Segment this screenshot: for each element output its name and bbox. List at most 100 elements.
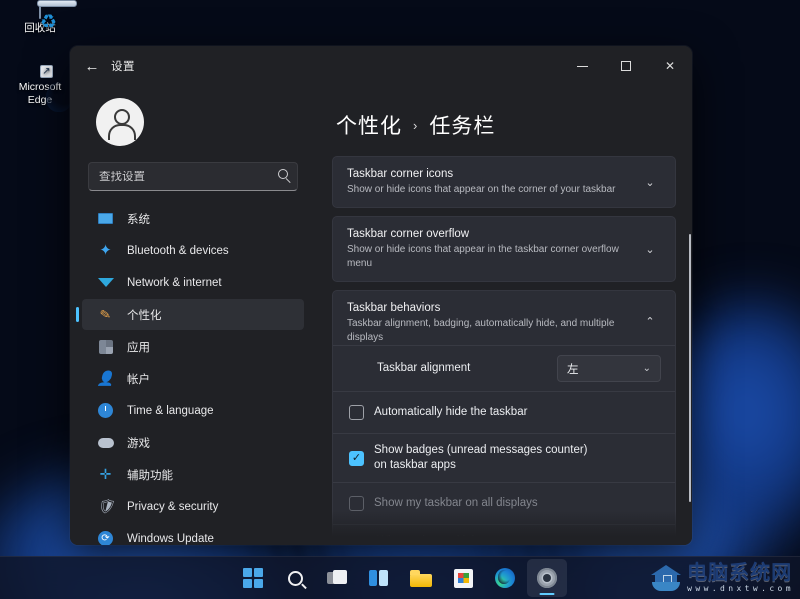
row-show-taskbar-all-displays[interactable]: Show my taskbar on all displays xyxy=(333,482,675,524)
widgets-icon xyxy=(369,570,389,586)
sidebar-nav: 系统 ✦ Bluetooth & devices Network & inter… xyxy=(76,203,304,545)
sidebar-item-time-language[interactable]: Time & language xyxy=(82,395,304,426)
apps-icon xyxy=(96,337,115,356)
sidebar-item-label: 辅助功能 xyxy=(127,469,173,482)
windows-start-icon xyxy=(243,568,263,588)
breadcrumb: 个性化 › 任务栏 xyxy=(332,86,676,156)
sidebar-item-label: Time & language xyxy=(127,404,214,417)
sidebar-item-label: 游戏 xyxy=(127,437,150,450)
minimize-icon xyxy=(576,65,588,67)
card-header: Taskbar behaviors Taskbar alignment, bad… xyxy=(347,301,661,345)
sidebar-item-accounts[interactable]: 👤 帐户 xyxy=(82,363,304,394)
close-icon: ✕ xyxy=(664,59,676,73)
recycle-bin-icon xyxy=(2,0,78,19)
task-view-button[interactable] xyxy=(317,559,357,597)
close-button[interactable]: ✕ xyxy=(648,46,692,86)
taskbar-alignment-value: 左 xyxy=(567,363,579,376)
gear-icon xyxy=(537,568,557,588)
card-header: Taskbar corner overflow Show or hide ico… xyxy=(347,227,661,271)
breadcrumb-separator-icon: › xyxy=(413,117,419,133)
accessibility-icon: ✛ xyxy=(99,466,112,482)
search-button[interactable] xyxy=(275,559,315,597)
card-header: Taskbar corner icons Show or hide icons … xyxy=(347,167,661,197)
multiple-displays-label-line1: When using multiple xyxy=(377,535,481,545)
taskbar-alignment-label: Taskbar alignment xyxy=(377,362,471,374)
sidebar-item-label: Bluetooth & devices xyxy=(127,244,229,257)
personalization-icon: ✎ xyxy=(98,305,113,323)
settings-window: ← 设置 ✕ 查找设置 系统 ✦ Bluetooth & devices Net… xyxy=(70,46,692,545)
chevron-up-icon[interactable]: ⌃ xyxy=(639,310,661,332)
row-auto-hide-taskbar[interactable]: Automatically hide the taskbar xyxy=(333,391,675,433)
search-input[interactable] xyxy=(89,170,297,183)
chevron-down-icon: ⌄ xyxy=(642,363,651,374)
file-explorer-button[interactable] xyxy=(401,559,441,597)
card-subtitle: Show or hide icons that appear on the co… xyxy=(347,184,616,195)
breadcrumb-parent[interactable]: 个性化 xyxy=(336,110,402,140)
window-titlebar: ← 设置 ✕ xyxy=(70,46,692,86)
microsoft-store-button[interactable] xyxy=(443,559,483,597)
search-box[interactable] xyxy=(88,162,298,191)
show-badges-label-line1: Show badges (unread messages counter) xyxy=(374,444,588,456)
sidebar-item-label: Privacy & security xyxy=(127,500,219,513)
account-row[interactable] xyxy=(82,86,304,146)
maximize-button[interactable] xyxy=(604,46,648,86)
auto-hide-taskbar-checkbox[interactable] xyxy=(349,405,364,420)
sidebar-item-network-internet[interactable]: Network & internet xyxy=(82,267,304,298)
sidebar-item-accessibility[interactable]: ✛ 辅助功能 xyxy=(82,459,304,490)
card-taskbar-corner-overflow[interactable]: Taskbar corner overflow Show or hide ico… xyxy=(332,216,676,282)
multiple-displays-label: When using multiple displays, show my xyxy=(377,534,557,545)
watermark-logo-icon xyxy=(651,564,682,592)
sidebar-item-windows-update[interactable]: ⟳ Windows Update xyxy=(82,523,304,545)
system-icon xyxy=(96,209,115,228)
watermark-text: 电脑系统网 www.dnxtw.com xyxy=(687,562,794,593)
avatar xyxy=(96,98,144,146)
show-all-displays-checkbox[interactable] xyxy=(349,496,364,511)
search-icon xyxy=(278,169,288,179)
card-subtitle: Show or hide icons that appear in the ta… xyxy=(347,244,619,269)
windows-update-icon: ⟳ xyxy=(96,529,115,545)
file-explorer-icon xyxy=(410,569,432,587)
bluetooth-icon: ✦ xyxy=(99,242,112,259)
sidebar-item-label: Network & internet xyxy=(127,276,222,289)
card-taskbar-corner-icons[interactable]: Taskbar corner icons Show or hide icons … xyxy=(332,156,676,208)
show-all-displays-label: Show my taskbar on all displays xyxy=(374,497,538,509)
chevron-down-icon[interactable]: ⌄ xyxy=(639,171,661,193)
sidebar-item-privacy-security[interactable]: 🛡 Privacy & security xyxy=(82,491,304,522)
maximize-icon xyxy=(621,61,631,71)
taskbar-alignment-dropdown[interactable]: 左 ⌄ xyxy=(557,355,661,382)
row-multiple-displays-show: When using multiple displays, show my 所有… xyxy=(333,524,675,545)
sidebar-item-personalization[interactable]: ✎ 个性化 xyxy=(76,299,304,330)
card-taskbar-behaviors[interactable]: Taskbar behaviors Taskbar alignment, bad… xyxy=(332,290,676,545)
desktop-icon-recycle-bin[interactable]: 回收站 xyxy=(2,0,78,35)
window-title: 设置 xyxy=(111,61,135,73)
sidebar-item-gaming[interactable]: 游戏 xyxy=(82,427,304,458)
widgets-button[interactable] xyxy=(359,559,399,597)
sidebar-item-label: 个性化 xyxy=(127,309,162,322)
watermark-title: 电脑系统网 xyxy=(687,560,793,584)
sidebar-item-system[interactable]: 系统 xyxy=(82,203,304,234)
sidebar-item-label: Windows Update xyxy=(127,532,214,545)
sidebar-item-bluetooth-devices[interactable]: ✦ Bluetooth & devices xyxy=(82,235,304,266)
minimize-button[interactable] xyxy=(560,46,604,86)
desktop-icon-microsoft-edge[interactable]: ↗ Microsoft Edge xyxy=(2,65,78,107)
main-scrollbar[interactable] xyxy=(689,234,691,502)
card-subtitle: Taskbar alignment, badging, automaticall… xyxy=(347,318,615,343)
show-badges-label: Show badges (unread messages counter) on… xyxy=(374,443,661,473)
back-arrow-icon: ← xyxy=(84,57,100,75)
back-button[interactable]: ← xyxy=(77,51,107,81)
time-language-icon xyxy=(96,401,115,420)
start-button[interactable] xyxy=(233,559,273,597)
chevron-down-icon[interactable]: ⌄ xyxy=(639,238,661,260)
row-show-badges[interactable]: Show badges (unread messages counter) on… xyxy=(333,433,675,482)
microsoft-edge-button[interactable] xyxy=(485,559,525,597)
settings-button[interactable] xyxy=(527,559,567,597)
sidebar-item-apps[interactable]: 应用 xyxy=(82,331,304,362)
window-caption-buttons: ✕ xyxy=(560,46,692,86)
task-view-icon xyxy=(326,570,348,586)
auto-hide-taskbar-label: Automatically hide the taskbar xyxy=(374,406,528,418)
show-badges-checkbox[interactable] xyxy=(349,450,364,466)
search-icon xyxy=(284,567,306,589)
microsoft-store-icon xyxy=(453,568,473,588)
multiple-displays-dropdown[interactable]: 所有任务栏 ⌄ xyxy=(557,535,661,545)
breadcrumb-current: 任务栏 xyxy=(429,115,496,138)
